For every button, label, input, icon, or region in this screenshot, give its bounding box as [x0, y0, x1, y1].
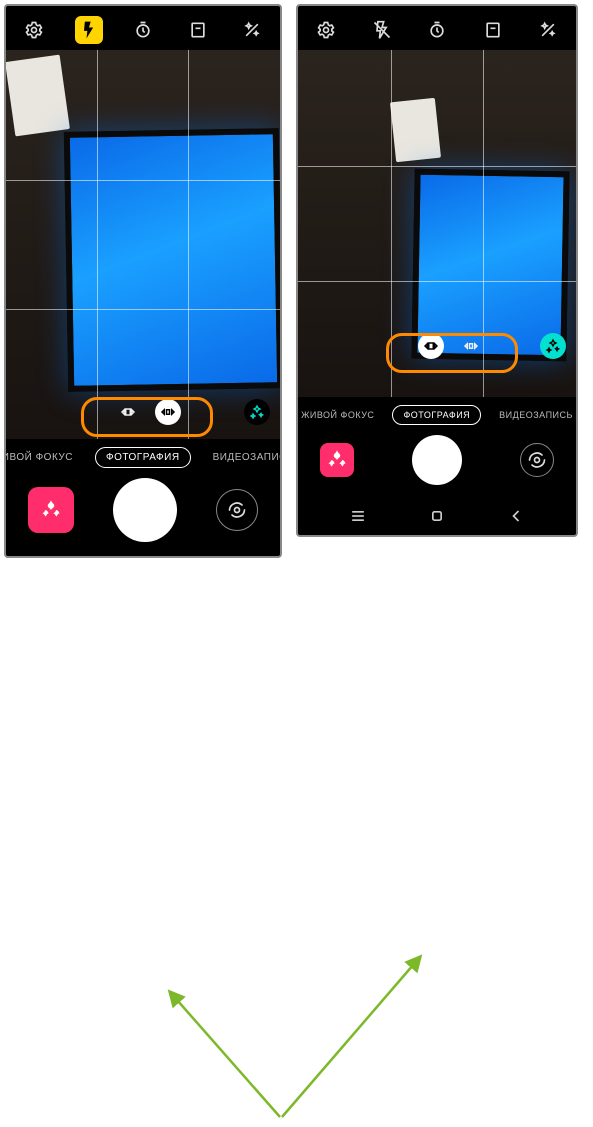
filters-button[interactable] [540, 333, 566, 359]
camera-mode-strip[interactable]: ЖИВОЙ ФОКУС ФОТОГРАФИЯ ВИДЕОЗАПИСЬ [298, 397, 576, 431]
mode-photo[interactable]: ФОТОГРАФИЯ [392, 405, 481, 425]
settings-gear-icon[interactable] [312, 16, 340, 44]
nav-home-icon[interactable] [426, 505, 448, 527]
mode-live-focus[interactable]: ЖИВОЙ ФОКУС [296, 406, 384, 424]
mode-video[interactable]: ВИДЕОЗАПИСЬ [203, 448, 282, 467]
grid-line [188, 50, 189, 439]
mode-photo[interactable]: ФОТОГРАФИЯ [95, 447, 191, 468]
timer-icon[interactable] [129, 16, 157, 44]
scene-preview [6, 50, 280, 439]
shutter-row [6, 474, 280, 556]
nav-recents-icon[interactable] [347, 505, 369, 527]
phone-screenshot-left: ЖИВОЙ ФОКУС ФОТОГРАФИЯ ВИДЕОЗАПИСЬ [4, 4, 282, 558]
grid-line [6, 180, 280, 181]
shutter-row [298, 431, 576, 499]
shutter-button[interactable] [113, 478, 177, 542]
phone-screenshot-right: ЖИВОЙ ФОКУС ФОТОГРАФИЯ ВИДЕОЗАПИСЬ [296, 4, 578, 537]
camera-mode-strip[interactable]: ЖИВОЙ ФОКУС ФОТОГРАФИЯ ВИДЕОЗАПИСЬ [6, 439, 280, 474]
grid-line [6, 309, 280, 310]
zoom-selector [101, 393, 195, 431]
switch-camera-button[interactable] [216, 489, 258, 531]
android-nav-bar [298, 499, 576, 535]
aspect-ratio-icon[interactable] [184, 16, 212, 44]
settings-gear-icon[interactable] [20, 16, 48, 44]
switch-camera-button[interactable] [520, 443, 554, 477]
nav-back-icon[interactable] [505, 505, 527, 527]
gallery-thumbnail[interactable] [28, 487, 74, 533]
zoom-1x-icon[interactable] [155, 399, 181, 425]
grid-line [298, 166, 576, 167]
effects-icon[interactable] [238, 16, 266, 44]
zoom-wide-icon[interactable] [115, 399, 141, 425]
zoom-wide-icon[interactable] [418, 333, 444, 359]
mode-video[interactable]: ВИДЕОЗАПИСЬ [489, 406, 578, 424]
gallery-thumbnail[interactable] [320, 443, 354, 477]
filters-button[interactable] [244, 399, 270, 425]
shutter-button[interactable] [412, 435, 462, 485]
aspect-ratio-icon[interactable] [479, 16, 507, 44]
grid-line [391, 50, 392, 397]
timer-icon[interactable] [423, 16, 451, 44]
effects-icon[interactable] [534, 16, 562, 44]
zoom-1x-icon[interactable] [458, 333, 484, 359]
camera-viewfinder[interactable] [298, 50, 576, 397]
zoom-selector [404, 327, 498, 365]
camera-top-bar [6, 6, 280, 50]
flash-icon[interactable] [75, 16, 103, 44]
flash-icon[interactable] [368, 16, 396, 44]
annotation-arrows [0, 562, 593, 1127]
camera-top-bar [298, 6, 576, 50]
camera-viewfinder[interactable] [6, 50, 280, 439]
mode-live-focus[interactable]: ЖИВОЙ ФОКУС [4, 448, 83, 467]
grid-line [97, 50, 98, 439]
grid-line [298, 281, 576, 282]
